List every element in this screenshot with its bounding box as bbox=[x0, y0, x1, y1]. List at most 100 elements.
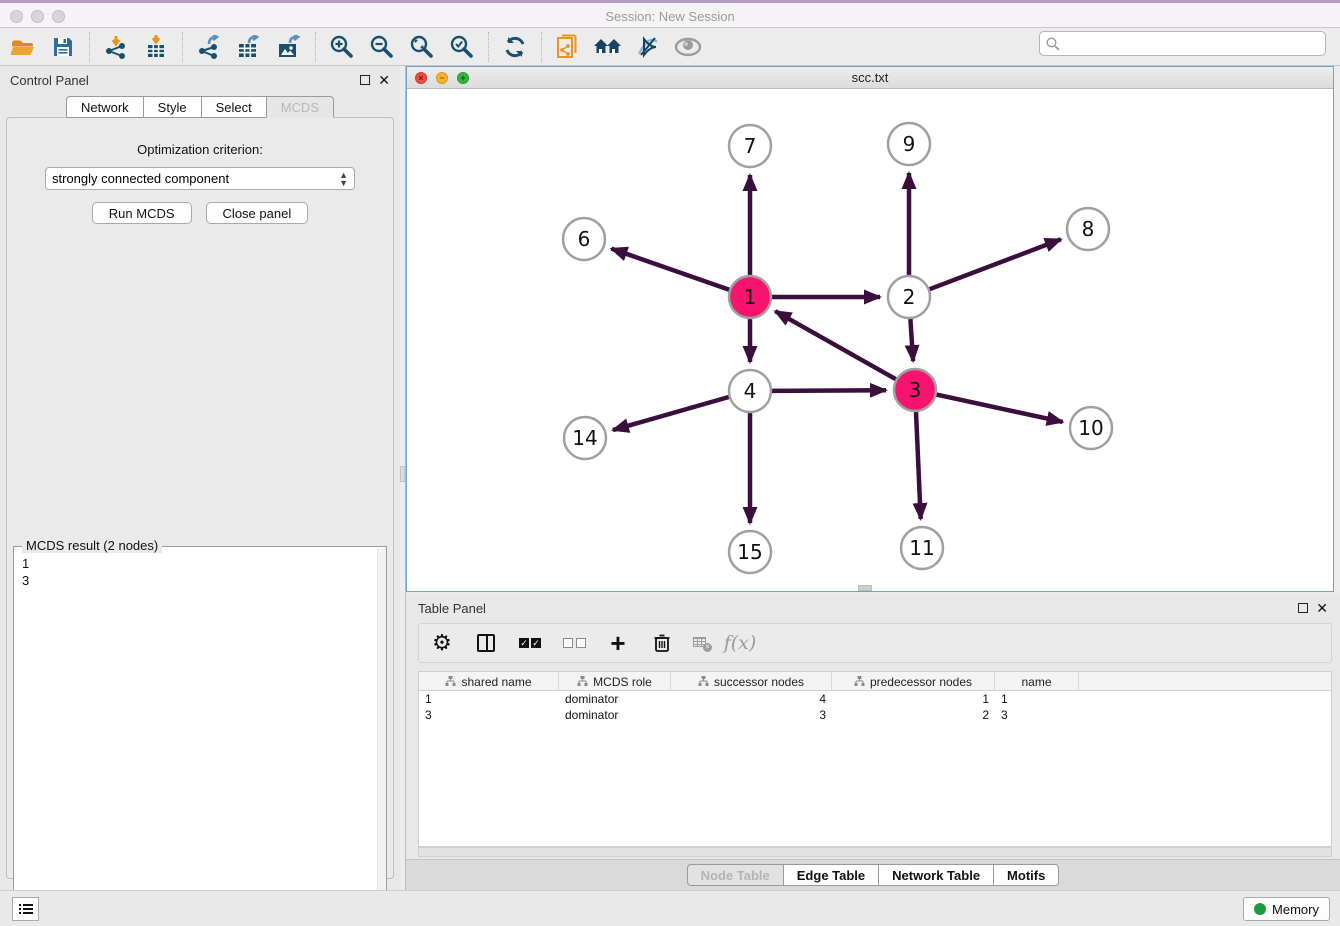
table-hscrollbar[interactable] bbox=[418, 847, 1332, 857]
column-header-shared-name[interactable]: shared name bbox=[419, 672, 559, 691]
import-table-icon[interactable] bbox=[139, 32, 173, 62]
table-cell[interactable]: 3 bbox=[671, 707, 832, 723]
graph-edge-3-11[interactable] bbox=[916, 412, 921, 519]
graph-node-15[interactable]: 15 bbox=[729, 531, 771, 573]
close-panel-button[interactable]: Close panel bbox=[206, 202, 309, 224]
column-header-label: successor nodes bbox=[714, 675, 804, 689]
splitter-grip[interactable] bbox=[400, 466, 405, 482]
graph-node-8[interactable]: 8 bbox=[1067, 208, 1109, 250]
network-canvas[interactable]: 7 9 6 8 1 2 4 3 14 10 15 11 bbox=[407, 89, 1333, 591]
graph-edge-4-3[interactable] bbox=[772, 390, 886, 391]
tab-network-table[interactable]: Network Table bbox=[878, 864, 993, 886]
graph-edge-2-8[interactable] bbox=[930, 239, 1061, 289]
search-input[interactable] bbox=[1064, 34, 1325, 54]
zoom-fit-icon[interactable] bbox=[405, 32, 439, 62]
search-icon bbox=[1046, 37, 1060, 51]
table-cell[interactable]: 4 bbox=[671, 691, 832, 707]
table-cell[interactable]: dominator bbox=[559, 707, 671, 723]
column-header-label: name bbox=[1021, 675, 1051, 689]
tab-style[interactable]: Style bbox=[143, 96, 201, 118]
zoom-in-icon[interactable] bbox=[325, 32, 359, 62]
import-network-icon[interactable] bbox=[99, 32, 133, 62]
tab-select[interactable]: Select bbox=[201, 96, 266, 118]
task-history-button[interactable] bbox=[12, 897, 39, 921]
table-cell[interactable]: dominator bbox=[559, 691, 671, 707]
svg-text:6: 6 bbox=[578, 227, 591, 251]
tab-node-table[interactable]: Node Table bbox=[687, 864, 783, 886]
close-panel-icon[interactable]: ✕ bbox=[378, 75, 390, 85]
column-header-MCDS-role[interactable]: MCDS role bbox=[559, 672, 671, 691]
zoom-out-icon[interactable] bbox=[365, 32, 399, 62]
export-network-icon[interactable] bbox=[192, 32, 226, 62]
open-file-icon[interactable] bbox=[6, 32, 40, 62]
mcds-result-box: MCDS result (2 nodes) 1 3 bbox=[13, 546, 387, 922]
table-cell[interactable]: 1 bbox=[832, 691, 995, 707]
horizontal-splitter-grip[interactable] bbox=[858, 585, 872, 591]
tab-motifs[interactable]: Motifs bbox=[993, 864, 1059, 886]
table-row[interactable]: 1dominator411 bbox=[419, 691, 1331, 707]
select-all-icon[interactable]: ✓✓ bbox=[517, 630, 543, 656]
column-layout-icon[interactable] bbox=[473, 630, 499, 656]
float-table-panel-icon[interactable] bbox=[1298, 603, 1308, 613]
graph-node-2[interactable]: 2 bbox=[888, 276, 930, 318]
add-column-icon[interactable]: + bbox=[605, 630, 631, 656]
column-header-name[interactable]: name bbox=[995, 672, 1079, 691]
graph-node-7[interactable]: 7 bbox=[729, 125, 771, 167]
float-panel-icon[interactable] bbox=[360, 75, 370, 85]
svg-text:3: 3 bbox=[909, 378, 922, 402]
mcds-result-text[interactable]: 1 3 bbox=[14, 549, 376, 921]
table-cell[interactable]: 1 bbox=[995, 691, 1079, 707]
flow-icon bbox=[577, 675, 588, 689]
network-window-titlebar[interactable]: × − + scc.txt bbox=[407, 67, 1333, 89]
memory-button[interactable]: Memory bbox=[1243, 897, 1330, 921]
network-graph[interactable]: 7 9 6 8 1 2 4 3 14 10 15 11 bbox=[407, 89, 1333, 591]
toolbar-separator bbox=[541, 32, 542, 62]
result-scrollbar[interactable] bbox=[377, 549, 386, 919]
show-panel-icon[interactable] bbox=[671, 32, 705, 62]
graph-edge-3-1[interactable] bbox=[775, 311, 896, 379]
graph-node-1[interactable]: 1 bbox=[729, 276, 771, 318]
hide-panel-icon[interactable] bbox=[631, 32, 665, 62]
network-view-window: × − + scc.txt 7 9 6 8 1 2 4 3 14 10 15 11 bbox=[406, 66, 1334, 592]
save-session-icon[interactable] bbox=[46, 32, 80, 62]
refresh-layout-icon[interactable] bbox=[498, 32, 532, 62]
graph-edge-3-10[interactable] bbox=[937, 395, 1063, 422]
graph-node-10[interactable]: 10 bbox=[1070, 407, 1112, 449]
home-icon[interactable] bbox=[591, 32, 625, 62]
graph-node-14[interactable]: 14 bbox=[564, 417, 606, 459]
svg-text:2: 2 bbox=[903, 285, 916, 309]
svg-text:8: 8 bbox=[1082, 217, 1095, 241]
deselect-all-icon[interactable] bbox=[561, 630, 587, 656]
tab-edge-table[interactable]: Edge Table bbox=[783, 864, 878, 886]
graph-node-11[interactable]: 11 bbox=[901, 527, 943, 569]
run-mcds-button[interactable]: Run MCDS bbox=[92, 202, 192, 224]
tab-mcds[interactable]: MCDS bbox=[266, 96, 334, 118]
export-image-icon[interactable] bbox=[272, 32, 306, 62]
graph-node-4[interactable]: 4 bbox=[729, 370, 771, 412]
search-box[interactable] bbox=[1039, 31, 1326, 56]
graph-edge-4-14[interactable] bbox=[613, 397, 729, 430]
column-header-label: MCDS role bbox=[593, 675, 652, 689]
gear-icon[interactable]: ⚙ bbox=[429, 630, 455, 656]
graph-node-3[interactable]: 3 bbox=[894, 369, 936, 411]
table-cell[interactable]: 2 bbox=[832, 707, 995, 723]
optimization-criterion-select[interactable]: strongly connected component ▲▼ bbox=[45, 167, 355, 190]
graph-edge-1-6[interactable] bbox=[611, 249, 729, 290]
zoom-selected-icon[interactable] bbox=[445, 32, 479, 62]
delete-icon[interactable] bbox=[649, 630, 675, 656]
selected-option: strongly connected component bbox=[52, 171, 229, 186]
tab-network[interactable]: Network bbox=[66, 96, 143, 118]
table-row[interactable]: 3dominator323 bbox=[419, 707, 1331, 723]
graph-node-9[interactable]: 9 bbox=[888, 123, 930, 165]
column-header-successor-nodes[interactable]: successor nodes bbox=[671, 672, 832, 691]
graph-node-6[interactable]: 6 bbox=[563, 218, 605, 260]
column-header-predecessor-nodes[interactable]: predecessor nodes bbox=[832, 672, 995, 691]
node-table[interactable]: shared name MCDS role successor nodes prede… bbox=[418, 671, 1332, 847]
new-network-icon[interactable] bbox=[551, 32, 585, 62]
graph-edge-2-3[interactable] bbox=[910, 319, 913, 361]
export-table-icon[interactable] bbox=[232, 32, 266, 62]
table-cell[interactable]: 3 bbox=[419, 707, 559, 723]
close-table-panel-icon[interactable]: ✕ bbox=[1316, 603, 1328, 613]
table-cell[interactable]: 3 bbox=[995, 707, 1079, 723]
table-cell[interactable]: 1 bbox=[419, 691, 559, 707]
